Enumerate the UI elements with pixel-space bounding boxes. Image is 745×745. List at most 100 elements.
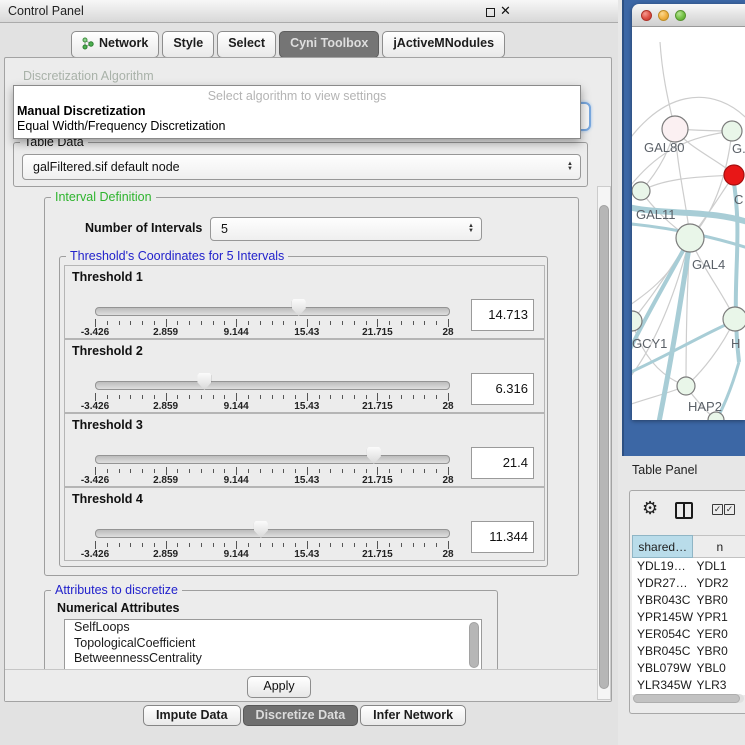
content-scrollbar[interactable] xyxy=(597,186,611,700)
content-scrollbar-thumb[interactable] xyxy=(599,205,609,689)
gear-icon[interactable]: ⚙ xyxy=(642,498,658,519)
tick-mark xyxy=(107,395,108,399)
threshold-value-field[interactable]: 11.344 xyxy=(471,521,534,553)
tick-mark xyxy=(342,469,343,473)
close-traffic-light-icon[interactable] xyxy=(641,10,652,21)
tick-mark xyxy=(295,543,296,547)
network-window-titlebar xyxy=(632,4,745,27)
tick-mark xyxy=(272,469,273,473)
tick-mark xyxy=(260,543,261,547)
minimize-traffic-light-icon[interactable] xyxy=(658,10,669,21)
tick-label: 21.715 xyxy=(362,327,393,338)
tick-label: 28 xyxy=(442,549,453,560)
tick-mark xyxy=(389,321,390,325)
tab-style[interactable]: Style xyxy=(162,31,214,58)
cell-shared-name: YBR045C xyxy=(632,643,696,660)
column-header-name[interactable]: n xyxy=(693,535,745,558)
tab-cyni-toolbox[interactable]: Cyni Toolbox xyxy=(279,31,379,58)
table-row[interactable]: YDR27…YDR2 xyxy=(632,575,745,592)
cell-name: YDR2 xyxy=(696,575,745,592)
tab-jactivemnodules[interactable]: jActiveMNodules xyxy=(382,31,505,58)
tab-label: Select xyxy=(228,36,265,50)
column-header-shared-name[interactable]: shared… xyxy=(632,535,693,558)
list-scrollbar[interactable] xyxy=(469,622,479,668)
slider-track[interactable] xyxy=(95,307,450,316)
table-hscroll-thumb[interactable] xyxy=(633,694,740,703)
tab-label: Style xyxy=(173,36,203,50)
tick-mark xyxy=(377,467,378,475)
table-row[interactable]: YBR045CYBR0 xyxy=(632,643,745,660)
tick-mark xyxy=(142,469,143,473)
table-data-combobox[interactable]: galFiltered.sif default node ▲▼ xyxy=(22,154,581,180)
slider-track[interactable] xyxy=(95,529,450,538)
dropdown-item-equal-width[interactable]: Equal Width/Frequency Discretization xyxy=(17,119,225,133)
tick-mark xyxy=(389,543,390,547)
cell-name: YLR3 xyxy=(696,677,745,694)
checkbox-icon[interactable]: ✓ xyxy=(712,504,723,515)
tick-label: 28 xyxy=(442,401,453,412)
node-table: ⚙ ✓ ✓ shared… n YDL19…YDL1YDR27…YDR2YBR0… xyxy=(629,490,745,714)
network-node[interactable] xyxy=(676,224,704,252)
network-canvas[interactable]: GAL80G.CGAL11GAL4GCY1HHAP2 xyxy=(632,27,745,420)
apply-button[interactable]: Apply xyxy=(247,676,311,698)
discretization-algorithm-label: Discretization Algorithm xyxy=(23,69,154,83)
table-row[interactable]: YDL19…YDL1 xyxy=(632,558,745,575)
threshold-label: Threshold 4 xyxy=(72,492,143,506)
tick-mark xyxy=(166,393,167,401)
tick-mark xyxy=(295,395,296,399)
numerical-attributes-list[interactable]: SelfLoopsTopologicalCoefficientBetweenne… xyxy=(64,619,482,670)
tick-mark xyxy=(424,469,425,473)
tick-label: 21.715 xyxy=(362,401,393,412)
tick-mark xyxy=(319,543,320,547)
tick-mark xyxy=(248,395,249,399)
zoom-traffic-light-icon[interactable] xyxy=(675,10,686,21)
number-of-intervals-combobox[interactable]: 5 ▲▼ xyxy=(210,217,482,241)
attribute-list-item[interactable]: BetweennessCentrality xyxy=(65,651,481,667)
tick-mark xyxy=(119,469,120,473)
tick-mark xyxy=(236,393,237,401)
table-row[interactable]: YLR345WYLR3 xyxy=(632,677,745,694)
cell-shared-name: YPR145W xyxy=(632,609,696,626)
checkbox-icon[interactable]: ✓ xyxy=(724,504,735,515)
network-node[interactable] xyxy=(632,182,650,200)
threshold-value-field[interactable]: 14.713 xyxy=(471,299,534,331)
tick-mark xyxy=(224,543,225,547)
dropdown-item-manual-discretization[interactable]: Manual Discretization xyxy=(17,104,146,118)
network-node[interactable] xyxy=(662,116,688,142)
network-node[interactable] xyxy=(724,165,744,185)
threshold-value-field[interactable]: 21.4 xyxy=(471,447,534,479)
table-row[interactable]: YER054CYER0 xyxy=(632,626,745,643)
columns-icon[interactable] xyxy=(675,502,693,519)
tab-infer-network[interactable]: Infer Network xyxy=(360,705,466,726)
attribute-list-item[interactable]: TopologicalCoefficient xyxy=(65,636,481,652)
tick-mark xyxy=(424,395,425,399)
tab-impute-data[interactable]: Impute Data xyxy=(143,705,241,726)
tab-label: Cyni Toolbox xyxy=(290,36,368,50)
slider-track[interactable] xyxy=(95,381,450,390)
slider-track[interactable] xyxy=(95,455,450,464)
tick-mark xyxy=(448,319,449,327)
tick-label: 15.43 xyxy=(294,401,319,412)
table-row[interactable]: YBL079WYBL0 xyxy=(632,660,745,677)
tick-mark xyxy=(330,543,331,547)
attribute-list-item[interactable]: SelfLoops xyxy=(65,620,481,636)
tick-mark xyxy=(107,543,108,547)
table-data-value: galFiltered.sif default node xyxy=(33,160,180,174)
float-panel-icon[interactable] xyxy=(486,8,495,17)
table-horizontal-scrollbar[interactable] xyxy=(633,694,744,703)
tick-mark xyxy=(177,469,178,473)
network-node[interactable] xyxy=(677,377,695,395)
tab-select[interactable]: Select xyxy=(217,31,276,58)
network-node[interactable] xyxy=(723,307,745,331)
threshold-value-field[interactable]: 6.316 xyxy=(471,373,534,405)
close-icon[interactable]: ✕ xyxy=(500,3,511,19)
table-row[interactable]: YBR043CYBR0 xyxy=(632,592,745,609)
cell-shared-name: YDL19… xyxy=(632,558,696,575)
network-node[interactable] xyxy=(722,121,742,141)
tick-mark xyxy=(154,321,155,325)
tab-network[interactable]: Network xyxy=(71,31,159,58)
tick-mark xyxy=(413,543,414,547)
numerical-attributes-label: Numerical Attributes xyxy=(57,601,179,615)
table-row[interactable]: YPR145WYPR1 xyxy=(632,609,745,626)
tab-discretize-data[interactable]: Discretize Data xyxy=(243,705,359,726)
